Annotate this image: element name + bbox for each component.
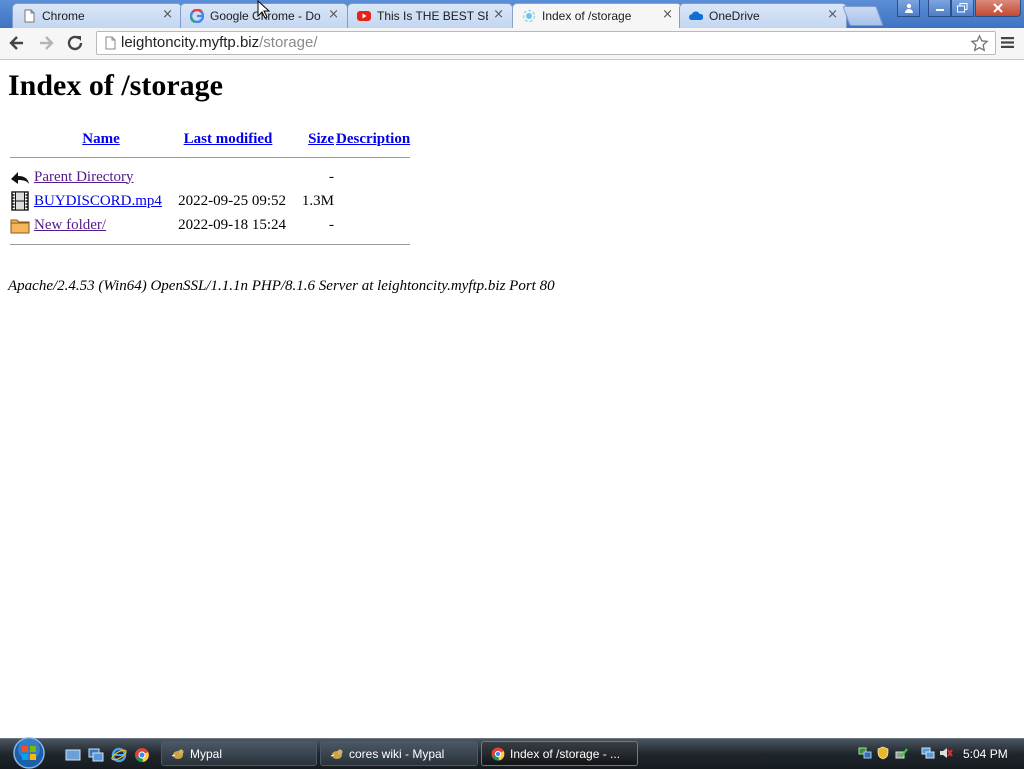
loading-icon bbox=[522, 9, 536, 23]
switch-windows-icon[interactable] bbox=[88, 747, 104, 763]
sort-by-size-link[interactable]: Size bbox=[308, 131, 334, 147]
description-cell bbox=[336, 214, 410, 236]
restore-icon[interactable] bbox=[951, 0, 974, 17]
modified-cell bbox=[170, 166, 286, 188]
tab-index-of-storage[interactable]: Index of /storage × bbox=[512, 3, 682, 29]
chrome-icon bbox=[491, 747, 505, 761]
taskbar-item-label: Index of /storage - ... bbox=[510, 747, 621, 761]
reload-icon[interactable] bbox=[65, 33, 85, 53]
table-row: Parent Directory - bbox=[10, 166, 410, 188]
safely-remove-hardware-icon[interactable] bbox=[894, 746, 908, 760]
page-content: Index of /storage Name Last modified Siz… bbox=[0, 60, 1024, 736]
minimize-icon[interactable] bbox=[928, 0, 951, 17]
url-path: /storage/ bbox=[259, 34, 318, 51]
parent-directory-link[interactable]: Parent Directory bbox=[34, 169, 134, 185]
mypal-icon bbox=[330, 749, 343, 759]
page-icon bbox=[105, 36, 116, 50]
browser-titlebar: Chrome × Google Chrome - Do × This Is TH… bbox=[0, 0, 1024, 29]
tab-youtube[interactable]: This Is THE BEST SEA × bbox=[347, 3, 513, 28]
mypal-icon bbox=[171, 749, 184, 759]
volume-muted-icon[interactable] bbox=[939, 746, 953, 760]
document-icon bbox=[24, 9, 35, 23]
browser-toolbar: leightoncity.myftp.biz/storage/ bbox=[0, 28, 1024, 60]
tab-close-icon[interactable]: × bbox=[662, 7, 673, 22]
chrome-icon[interactable] bbox=[134, 747, 150, 763]
google-icon bbox=[190, 9, 204, 23]
windows-taskbar: Mypal cores wiki - Mypal Index of /stora… bbox=[0, 737, 1024, 769]
url-host: leightoncity.myftp.biz bbox=[121, 34, 260, 51]
system-clock[interactable]: 5:04 PM bbox=[963, 747, 1008, 761]
modified-cell: 2022-09-18 15:24 bbox=[178, 216, 286, 233]
tab-close-icon[interactable]: × bbox=[328, 7, 339, 22]
size-cell: - bbox=[329, 216, 334, 233]
back-icon[interactable] bbox=[7, 33, 27, 53]
table-row: BUYDISCORD.mp4 2022-09-25 09:52 1.3M bbox=[10, 190, 410, 212]
tab-title: This Is THE BEST SEA bbox=[377, 9, 488, 23]
size-cell: 1.3M bbox=[301, 192, 334, 209]
user-icon[interactable] bbox=[897, 0, 920, 17]
bookmark-star-icon[interactable] bbox=[970, 34, 989, 53]
close-icon[interactable] bbox=[975, 0, 1021, 17]
film-icon bbox=[11, 191, 29, 211]
tab-onedrive[interactable]: OneDrive × bbox=[679, 3, 847, 28]
start-button-icon[interactable] bbox=[8, 737, 50, 769]
file-link-buydiscord[interactable]: BUYDISCORD.mp4 bbox=[34, 193, 162, 209]
tab-close-icon[interactable]: × bbox=[827, 7, 838, 22]
mouse-cursor-icon bbox=[257, 0, 271, 19]
folder-link-new-folder[interactable]: New folder/ bbox=[34, 217, 106, 233]
icon-column-header bbox=[10, 130, 32, 149]
show-desktop-icon[interactable] bbox=[65, 747, 81, 763]
tab-close-icon[interactable]: × bbox=[493, 7, 504, 22]
youtube-icon bbox=[357, 11, 371, 21]
size-cell: - bbox=[329, 168, 334, 185]
menu-icon[interactable] bbox=[1000, 35, 1015, 50]
tab-title: Index of /storage bbox=[542, 9, 632, 23]
internet-explorer-icon[interactable] bbox=[111, 747, 127, 763]
server-signature: Apache/2.4.53 (Win64) OpenSSL/1.1.1n PHP… bbox=[8, 278, 555, 294]
back-arrow-icon bbox=[11, 172, 29, 184]
table-header-row: Name Last modified Size Description bbox=[10, 130, 410, 149]
taskbar-item-cores-wiki[interactable]: cores wiki - Mypal bbox=[320, 741, 478, 766]
taskbar-item-label: cores wiki - Mypal bbox=[349, 747, 445, 761]
tab-close-icon[interactable]: × bbox=[162, 7, 173, 22]
folder-icon bbox=[10, 219, 30, 234]
sort-by-last-modified-link[interactable]: Last modified bbox=[184, 131, 273, 147]
tab-title: OneDrive bbox=[709, 9, 760, 23]
header-divider bbox=[10, 157, 411, 158]
sort-by-description-link[interactable]: Description bbox=[336, 131, 410, 147]
url-text: leightoncity.myftp.biz/storage/ bbox=[121, 34, 318, 51]
onedrive-icon bbox=[689, 11, 703, 20]
new-tab-button[interactable] bbox=[842, 6, 884, 26]
network-icon[interactable] bbox=[921, 746, 935, 760]
security-shield-icon[interactable] bbox=[876, 746, 890, 760]
address-bar[interactable]: leightoncity.myftp.biz/storage/ bbox=[96, 31, 996, 55]
footer-divider bbox=[10, 244, 411, 245]
taskbar-item-index-of-storage[interactable]: Index of /storage - ... bbox=[481, 741, 638, 766]
description-cell bbox=[336, 190, 410, 212]
directory-listing: Name Last modified Size Description Pare… bbox=[8, 128, 412, 253]
table-row: New folder/ 2022-09-18 15:24 - bbox=[10, 214, 410, 236]
tab-title: Chrome bbox=[42, 9, 85, 23]
sort-by-name-link[interactable]: Name bbox=[82, 131, 120, 147]
tab-chrome[interactable]: Chrome × bbox=[12, 3, 182, 28]
taskbar-item-mypal[interactable]: Mypal bbox=[161, 741, 317, 766]
taskbar-item-label: Mypal bbox=[190, 747, 223, 761]
modified-cell: 2022-09-25 09:52 bbox=[178, 192, 286, 209]
forward-icon[interactable] bbox=[36, 33, 56, 53]
network-sharing-icon[interactable] bbox=[858, 746, 872, 760]
description-cell bbox=[336, 166, 410, 188]
page-title: Index of /storage bbox=[8, 69, 223, 102]
